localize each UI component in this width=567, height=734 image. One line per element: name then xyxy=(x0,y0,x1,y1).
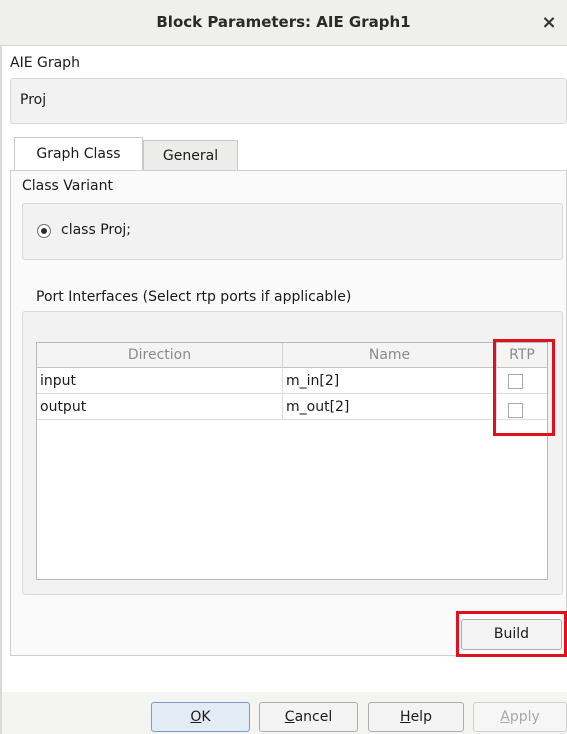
rtp-column-highlight xyxy=(493,339,555,436)
help-button[interactable]: Help xyxy=(368,702,464,732)
block-type-label: AIE Graph xyxy=(10,55,80,71)
cancel-mnemonic: C xyxy=(284,709,295,725)
column-header-name[interactable]: Name xyxy=(283,343,497,368)
help-mnemonic: H xyxy=(400,709,411,725)
help-label: elp xyxy=(410,709,432,725)
row-input-direction[interactable]: input xyxy=(37,369,283,394)
window-left-edge xyxy=(0,46,2,734)
class-proj-radio[interactable] xyxy=(37,224,51,238)
class-variant-label: Class Variant xyxy=(22,178,113,194)
class-proj-radio-label[interactable]: class Proj; xyxy=(61,222,131,238)
build-button-highlight xyxy=(456,611,567,657)
column-header-direction[interactable]: Direction xyxy=(37,343,283,368)
row-output-direction[interactable]: output xyxy=(37,395,283,420)
row-output-name[interactable]: m_out[2] xyxy=(283,395,497,420)
tab-general[interactable]: General xyxy=(143,140,238,171)
block-description: Proj xyxy=(20,92,47,108)
ok-mnemonic: O xyxy=(190,709,202,725)
port-interfaces-label: Port Interfaces (Select rtp ports if app… xyxy=(36,289,352,305)
radio-selected-dot-icon xyxy=(41,228,47,234)
cancel-label: ancel xyxy=(294,709,333,725)
apply-label: pply xyxy=(509,709,540,725)
close-icon[interactable]: × xyxy=(536,10,562,36)
cancel-button[interactable]: Cancel xyxy=(259,702,358,732)
ok-label: K xyxy=(201,709,211,725)
tab-graph-class[interactable]: Graph Class xyxy=(14,137,143,171)
block-description-box xyxy=(10,78,567,124)
window-title: Block Parameters: AIE Graph1 xyxy=(156,13,411,31)
ok-button[interactable]: OK xyxy=(151,702,250,732)
apply-mnemonic: A xyxy=(500,709,510,725)
row-input-name[interactable]: m_in[2] xyxy=(283,369,497,394)
apply-button[interactable]: Apply xyxy=(473,702,567,732)
